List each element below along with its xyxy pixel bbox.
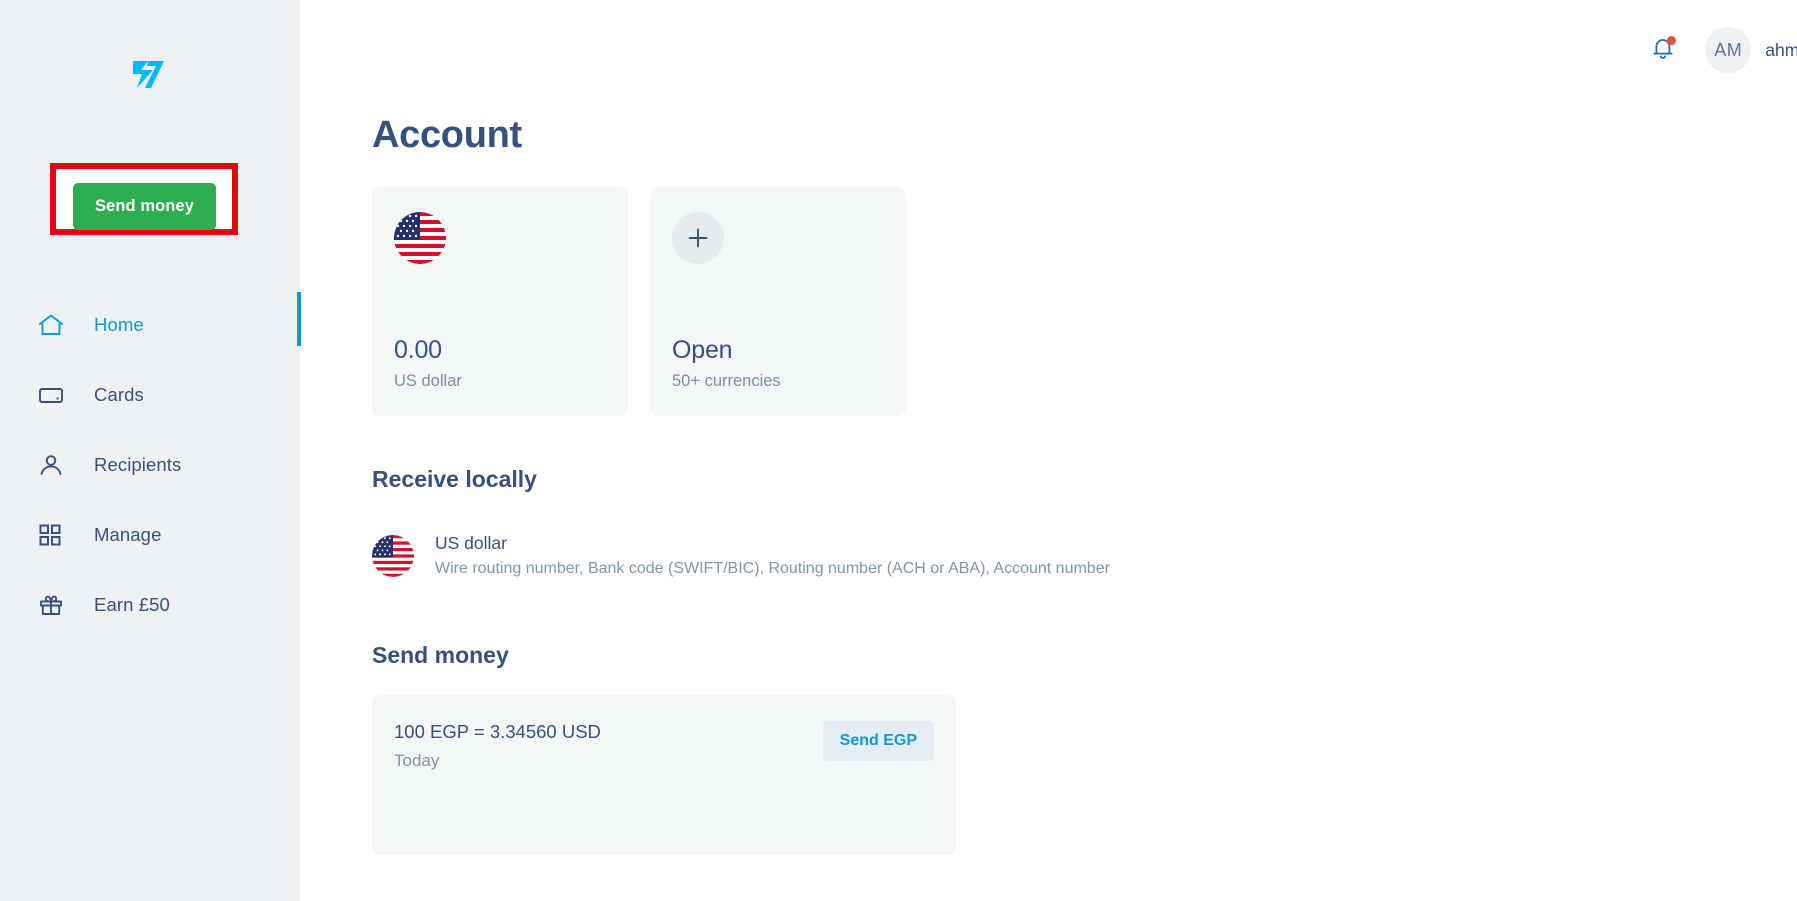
wise-logo[interactable] [0, 0, 300, 100]
exchange-rate: 100 EGP = 3.34560 USD [394, 721, 601, 742]
balance-card-text: 0.00 US dollar [394, 336, 606, 391]
balance-amount: 0.00 [394, 336, 442, 364]
send-money-rate-card: 100 EGP = 3.34560 USD Today Send EGP [372, 695, 956, 855]
us-flag-icon [394, 212, 446, 264]
sidebar-item-manage[interactable]: Manage [0, 500, 300, 570]
balance-card-usd[interactable]: 0.00 US dollar [372, 187, 628, 416]
balance-cards: 0.00 US dollar Open 50+ currencies [372, 187, 1797, 416]
grid-icon [38, 520, 72, 550]
receive-locally-title: Receive locally [372, 466, 537, 492]
content-area: Account 0.00 US dollar Open 50+ currenci… [300, 114, 1797, 855]
open-label: Open [672, 336, 733, 364]
user-name: ahmed abbas mohamed [1765, 39, 1797, 60]
main-content: AM ahmed abbas mohamed Account [300, 0, 1797, 901]
sidebar-item-cards[interactable]: Cards [0, 360, 300, 430]
sidebar-nav: Home Cards Recipients Manage Earn £50 [0, 290, 300, 640]
gift-icon [38, 590, 72, 620]
sidebar-item-label: Earn £50 [94, 594, 170, 615]
sidebar-item-label: Home [94, 314, 144, 335]
us-flag-icon [372, 534, 414, 577]
app-root: Send money Home Cards Recipients Manage … [0, 0, 1797, 901]
sidebar-item-label: Manage [94, 524, 162, 545]
sidebar-item-recipients[interactable]: Recipients [0, 430, 300, 500]
open-subtitle: 50+ currencies [672, 372, 781, 390]
send-money-button[interactable]: Send money [73, 183, 216, 230]
sidebar-item-home[interactable]: Home [0, 290, 300, 360]
send-egp-button[interactable]: Send EGP [822, 721, 934, 761]
sidebar-active-indicator [297, 292, 301, 346]
sidebar-item-label: Cards [94, 384, 144, 405]
sidebar-item-earn[interactable]: Earn £50 [0, 570, 300, 640]
receive-locally-row[interactable]: US dollar Wire routing number, Bank code… [372, 519, 1797, 592]
receive-currency: US dollar [435, 533, 507, 553]
avatar: AM [1705, 27, 1752, 73]
balance-currency: US dollar [394, 372, 462, 390]
open-card-text: Open 50+ currencies [672, 336, 884, 391]
home-icon [38, 310, 72, 340]
open-balance-card[interactable]: Open 50+ currencies [650, 187, 906, 416]
sidebar: Send money Home Cards Recipients Manage … [0, 0, 301, 901]
plus-icon [672, 212, 724, 264]
sidebar-item-label: Recipients [94, 454, 182, 475]
rate-date: Today [394, 751, 440, 770]
wise-logo-icon [131, 58, 169, 90]
rate-text: 100 EGP = 3.34560 USD Today [394, 721, 601, 771]
notifications-button[interactable] [1643, 30, 1683, 70]
receive-row-text: US dollar Wire routing number, Bank code… [435, 533, 1797, 578]
send-money-title: Send money [372, 642, 509, 668]
user-menu[interactable]: AM ahmed abbas mohamed [1705, 27, 1797, 73]
page-title: Account [372, 114, 522, 156]
people-icon [38, 450, 72, 480]
card-icon [38, 380, 72, 410]
receive-details: Wire routing number, Bank code (SWIFT/BI… [435, 560, 1110, 577]
topbar: AM ahmed abbas mohamed [300, 0, 1797, 100]
